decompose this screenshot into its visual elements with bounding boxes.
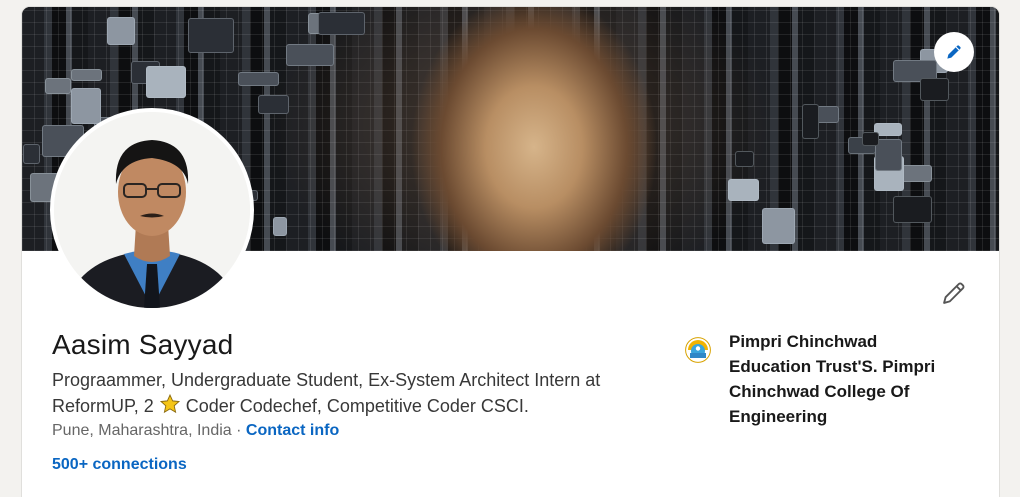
banner-tile	[735, 151, 754, 167]
banner-tile	[107, 17, 135, 45]
banner-tile	[258, 95, 289, 114]
banner-tile	[920, 78, 949, 101]
banner-tile	[875, 139, 902, 171]
connections-link[interactable]: 500+ connections	[52, 456, 187, 474]
banner-tile	[802, 104, 819, 139]
star-icon	[159, 393, 180, 414]
banner-tile	[318, 12, 365, 35]
pencil-icon	[943, 282, 965, 304]
banner-tile	[762, 208, 795, 244]
banner-tile	[273, 217, 287, 236]
banner-tile	[23, 144, 40, 164]
person-photo-icon	[54, 112, 250, 308]
location-row: Pune, Maharashtra, India · Contact info	[52, 422, 339, 440]
banner-tile	[71, 88, 101, 124]
education-entry[interactable]: Pimpri Chinchwad Education Trust'S. Pimp…	[684, 329, 964, 429]
banner-tile	[188, 18, 234, 53]
contact-info-link[interactable]: Contact info	[246, 422, 339, 439]
banner-tile	[862, 132, 879, 146]
edit-banner-button[interactable]	[934, 32, 974, 72]
profile-top-card: Aasim Sayyad Prograammer, Undergraduate …	[22, 7, 999, 497]
separator-dot: ·	[236, 422, 242, 439]
profile-photo[interactable]	[50, 108, 254, 312]
banner-tile	[728, 179, 759, 201]
school-logo-icon	[685, 337, 711, 363]
profile-headline: Prograammer, Undergraduate Student, Ex-S…	[52, 368, 652, 419]
banner-tile	[238, 72, 279, 86]
profile-name: Aasim Sayyad	[52, 329, 234, 360]
banner-tile	[893, 196, 932, 223]
school-name: Pimpri Chinchwad Education Trust'S. Pimp…	[729, 332, 936, 426]
banner-tile	[71, 69, 102, 81]
banner-tile	[146, 66, 186, 98]
headline-text-end: Coder Codechef, Competitive Coder CSCI.	[185, 396, 529, 416]
location-text: Pune, Maharashtra, India	[52, 422, 232, 439]
pencil-icon	[947, 45, 961, 59]
banner-tile	[286, 44, 334, 66]
edit-intro-button[interactable]	[936, 275, 972, 311]
banner-tile	[45, 78, 71, 94]
